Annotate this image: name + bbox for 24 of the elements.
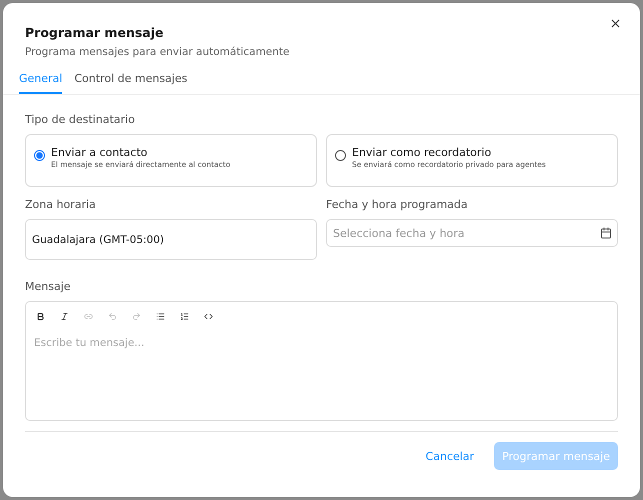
bullet-list-icon [156, 312, 165, 321]
italic-icon [60, 312, 69, 321]
date-time-field[interactable]: Selecciona fecha y hora [326, 219, 618, 247]
field-label: Tipo de destinatario [25, 113, 136, 126]
redo-icon [132, 312, 141, 321]
option-title: Enviar como recordatorio [352, 146, 492, 159]
numbered-list-icon [180, 312, 189, 321]
timezone-select[interactable]: Guadalajara (GMT-05:00) [25, 219, 317, 260]
field-label: Mensaje [25, 280, 72, 293]
field-label: Zona horaria [25, 198, 97, 211]
numbered-list-button[interactable] [178, 310, 191, 323]
dialog-title: Programar mensaje [25, 25, 164, 40]
code-icon [204, 312, 213, 321]
radio-button[interactable] [335, 150, 346, 161]
field-label: Fecha y hora programada [326, 198, 469, 211]
bold-icon [36, 312, 45, 321]
dialog-subtitle: Programa mensajes para enviar automáticamente [25, 46, 290, 58]
link-icon [84, 312, 93, 321]
option-title: Enviar a contacto [51, 146, 148, 159]
radio-button[interactable] [34, 150, 45, 161]
close-icon [609, 17, 622, 30]
calendar-icon [600, 227, 612, 239]
tab[interactable]: Control de mensajes [74, 66, 188, 94]
undo-icon [108, 312, 117, 321]
